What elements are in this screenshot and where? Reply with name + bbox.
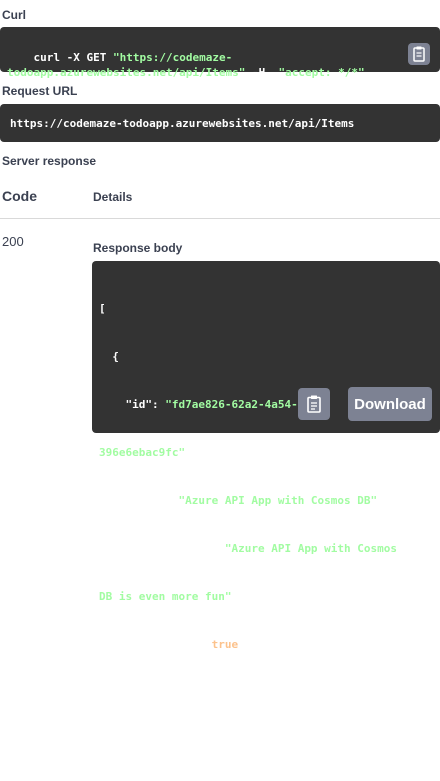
response-body-block: [ { "id": "fd7ae826-62a2-4a54-82e7- 396e… [92, 261, 440, 747]
copy-curl-button[interactable] [408, 43, 430, 65]
json-line: DB is even more fun", [99, 590, 239, 603]
download-button[interactable]: Download [348, 387, 432, 421]
curl-flag: -H [245, 66, 272, 79]
response-body-label: Response body [93, 241, 183, 255]
request-url-text: https://codemaze-todoapp.azurewebsites.n… [10, 117, 355, 130]
curl-header: "accept: */*" [271, 66, 365, 79]
json-line: ] [99, 734, 106, 747]
request-url-block: https://codemaze-todoapp.azurewebsites.n… [0, 104, 440, 142]
json-line: "name": "Azure API App with Cosmos DB", [99, 494, 384, 507]
response-code: 200 [2, 234, 24, 249]
json-line: [ [99, 302, 106, 315]
curl-url-part1: "https://codemaze- [112, 51, 233, 64]
json-line: 396e6ebac9fc", [99, 446, 192, 459]
json-line: "description": "Azure API App with Cosmo… [99, 542, 398, 555]
request-url-label: Request URL [2, 84, 78, 98]
json-line: } [99, 686, 119, 699]
clipboard-icon [413, 46, 425, 62]
curl-label: Curl [2, 8, 26, 22]
json-line: "completed": true [99, 638, 239, 651]
server-response-label: Server response [2, 154, 97, 168]
column-header-code: Code [2, 188, 37, 204]
column-header-details: Details [93, 190, 133, 204]
curl-code-block: curl -X GET "https://codemaze-todoapp.az… [0, 27, 440, 79]
clipboard-icon [307, 395, 321, 413]
copy-response-button[interactable] [298, 388, 330, 420]
curl-cmd: curl -X GET [33, 51, 113, 64]
json-line: { [99, 350, 119, 363]
header-divider [0, 218, 440, 219]
curl-url-part2: todoapp.azurewebsites.net/api/Items" [7, 66, 246, 79]
response-json: [ { "id": "fd7ae826-62a2-4a54-82e7- 396e… [99, 269, 397, 781]
